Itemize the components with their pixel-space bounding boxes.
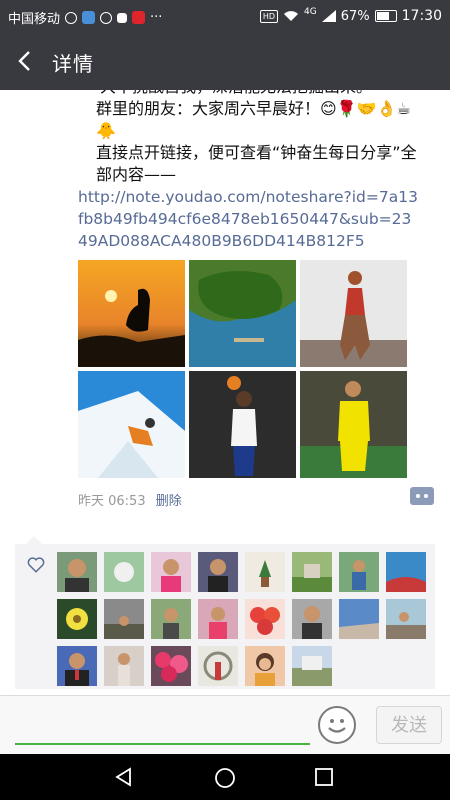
comment-dots-icon bbox=[416, 494, 428, 498]
battery-percent: 67% bbox=[340, 8, 370, 24]
chevron-left-icon[interactable] bbox=[14, 49, 38, 73]
post-meta: 昨天 06:53 删除 bbox=[78, 490, 182, 509]
likes-panel bbox=[15, 544, 435, 689]
more-notifications-icon: ··· bbox=[150, 10, 163, 25]
liker-avatar[interactable] bbox=[104, 599, 144, 639]
liker-avatar[interactable] bbox=[339, 599, 379, 639]
liker-avatar[interactable] bbox=[386, 599, 426, 639]
photo-skier[interactable] bbox=[78, 371, 185, 478]
moment-detail: 大不挑战自我，深潜能无法挖掘出来。 群里的朋友：大家周六早晨好！😊🌹🤝👌☕🐥 直… bbox=[0, 90, 450, 695]
wechat-notification-icon-2 bbox=[100, 11, 113, 24]
photo-soccer-player[interactable] bbox=[300, 371, 407, 478]
battery-icon bbox=[374, 10, 397, 22]
wechat-notification-icon bbox=[65, 11, 78, 24]
liker-avatar[interactable] bbox=[104, 646, 144, 686]
liker-avatar[interactable] bbox=[245, 552, 285, 592]
liker-avatar[interactable] bbox=[198, 552, 238, 592]
photo-heron-sunset[interactable] bbox=[78, 260, 185, 367]
liker-avatar[interactable] bbox=[57, 552, 97, 592]
post-text: 大不挑战自我，深潜能无法挖掘出来。 群里的朋友：大家周六早晨好！😊🌹🤝👌☕🐥 直… bbox=[78, 90, 418, 252]
clock: 17:30 bbox=[401, 8, 442, 24]
network-type-label: 4G bbox=[304, 7, 317, 17]
carrier-label: 中国移动 bbox=[8, 12, 61, 27]
liker-avatar[interactable] bbox=[198, 646, 238, 686]
comment-input[interactable] bbox=[15, 743, 310, 745]
comment-input-bar: 发送 bbox=[0, 695, 450, 755]
hd-icon: HD bbox=[259, 9, 279, 23]
app-bar: 详情 bbox=[0, 33, 450, 90]
page-title: 详情 bbox=[52, 52, 94, 76]
photo-island-lake[interactable] bbox=[189, 260, 296, 367]
liker-avatar[interactable] bbox=[57, 599, 97, 639]
mail-notification-icon bbox=[82, 11, 96, 24]
delete-link[interactable]: 删除 bbox=[156, 494, 182, 509]
liker-avatar[interactable] bbox=[151, 552, 191, 592]
post-text-greeting: 群里的朋友：大家周六早晨好！😊🌹🤝👌☕🐥 bbox=[96, 99, 411, 140]
photo-grid bbox=[78, 260, 408, 478]
liker-avatar[interactable] bbox=[57, 646, 97, 686]
android-nav-bar bbox=[0, 754, 450, 800]
liker-avatar[interactable] bbox=[339, 552, 379, 592]
post-timestamp: 昨天 06:53 bbox=[78, 494, 146, 509]
likes-pointer bbox=[26, 536, 42, 544]
square-recents-icon[interactable] bbox=[315, 768, 333, 786]
post-link[interactable]: http://note.youdao.com/noteshare?id=7a13… bbox=[78, 186, 418, 252]
video-notification-icon bbox=[132, 11, 146, 24]
post-text-instruction: 直接点开链接，便可查看“钟奋生每日分享”全部内容—— bbox=[96, 143, 417, 184]
liker-avatar[interactable] bbox=[292, 552, 332, 592]
photo-basketball[interactable] bbox=[189, 371, 296, 478]
app-notification-icon bbox=[117, 12, 128, 23]
liker-avatar[interactable] bbox=[198, 599, 238, 639]
liker-avatar[interactable] bbox=[292, 646, 332, 686]
liker-avatar[interactable] bbox=[245, 646, 285, 686]
liker-avatar[interactable] bbox=[151, 646, 191, 686]
circle-home-icon[interactable] bbox=[214, 767, 236, 789]
send-button[interactable]: 发送 bbox=[376, 706, 442, 744]
heart-icon bbox=[27, 557, 45, 573]
signal-icon bbox=[321, 10, 336, 22]
liker-avatar[interactable] bbox=[386, 552, 426, 592]
emoji-icon bbox=[328, 719, 346, 733]
comment-button[interactable] bbox=[410, 487, 434, 505]
liker-avatar[interactable] bbox=[292, 599, 332, 639]
liker-avatar[interactable] bbox=[151, 599, 191, 639]
triangle-back-icon[interactable] bbox=[114, 767, 134, 787]
post-text-cut-line: 大不挑战自我，深潜能无法挖掘出来。 bbox=[78, 90, 418, 98]
status-bar: 中国移动 ··· HD 4G 67% 17:30 bbox=[0, 0, 450, 33]
liker-avatar[interactable] bbox=[245, 599, 285, 639]
liker-avatar[interactable] bbox=[104, 552, 144, 592]
wifi-icon bbox=[284, 11, 299, 21]
emoji-button[interactable] bbox=[318, 706, 356, 744]
photo-sprinter[interactable] bbox=[300, 260, 407, 367]
